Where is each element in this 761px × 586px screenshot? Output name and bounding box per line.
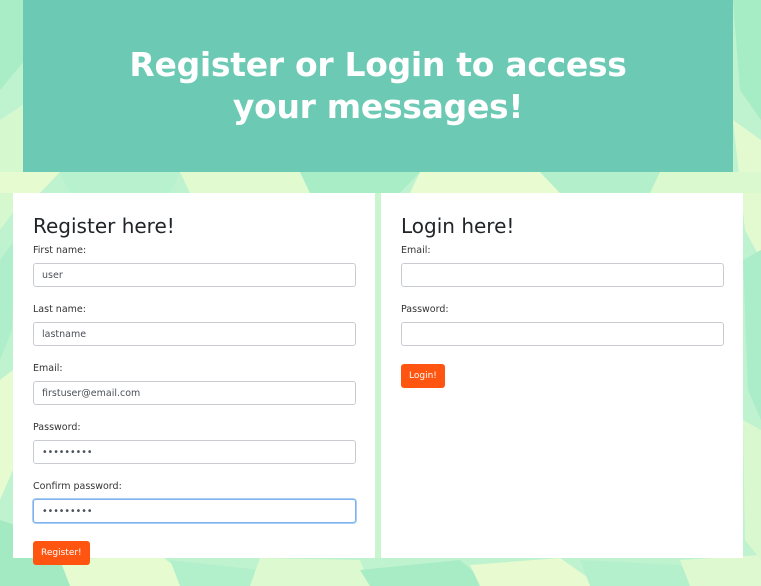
- register-button[interactable]: Register!: [33, 541, 90, 565]
- register-email-label: Email:: [33, 363, 63, 374]
- page-title: Register or Login to access your message…: [129, 45, 627, 126]
- login-panel: Login here! Email: Password: Login!: [381, 193, 743, 558]
- register-panel: Register here! First name: Last name: Em…: [13, 193, 375, 565]
- login-email-input[interactable]: [401, 263, 724, 287]
- login-password-input[interactable]: [401, 322, 724, 346]
- login-email-label: Email:: [401, 245, 431, 256]
- confirm-password-input[interactable]: [33, 499, 356, 523]
- login-password-label: Password:: [401, 304, 449, 315]
- last-name-input[interactable]: [33, 322, 356, 346]
- login-button[interactable]: Login!: [401, 364, 445, 388]
- register-heading: Register here!: [33, 214, 175, 238]
- login-heading: Login here!: [401, 214, 515, 238]
- header-banner: Register or Login to access your message…: [23, 0, 733, 172]
- register-email-input[interactable]: [33, 381, 356, 405]
- first-name-input[interactable]: [33, 263, 356, 287]
- first-name-label: First name:: [33, 245, 87, 256]
- register-password-input[interactable]: [33, 440, 356, 464]
- register-password-label: Password:: [33, 422, 81, 433]
- last-name-label: Last name:: [33, 304, 86, 315]
- confirm-password-label: Confirm password:: [33, 481, 122, 492]
